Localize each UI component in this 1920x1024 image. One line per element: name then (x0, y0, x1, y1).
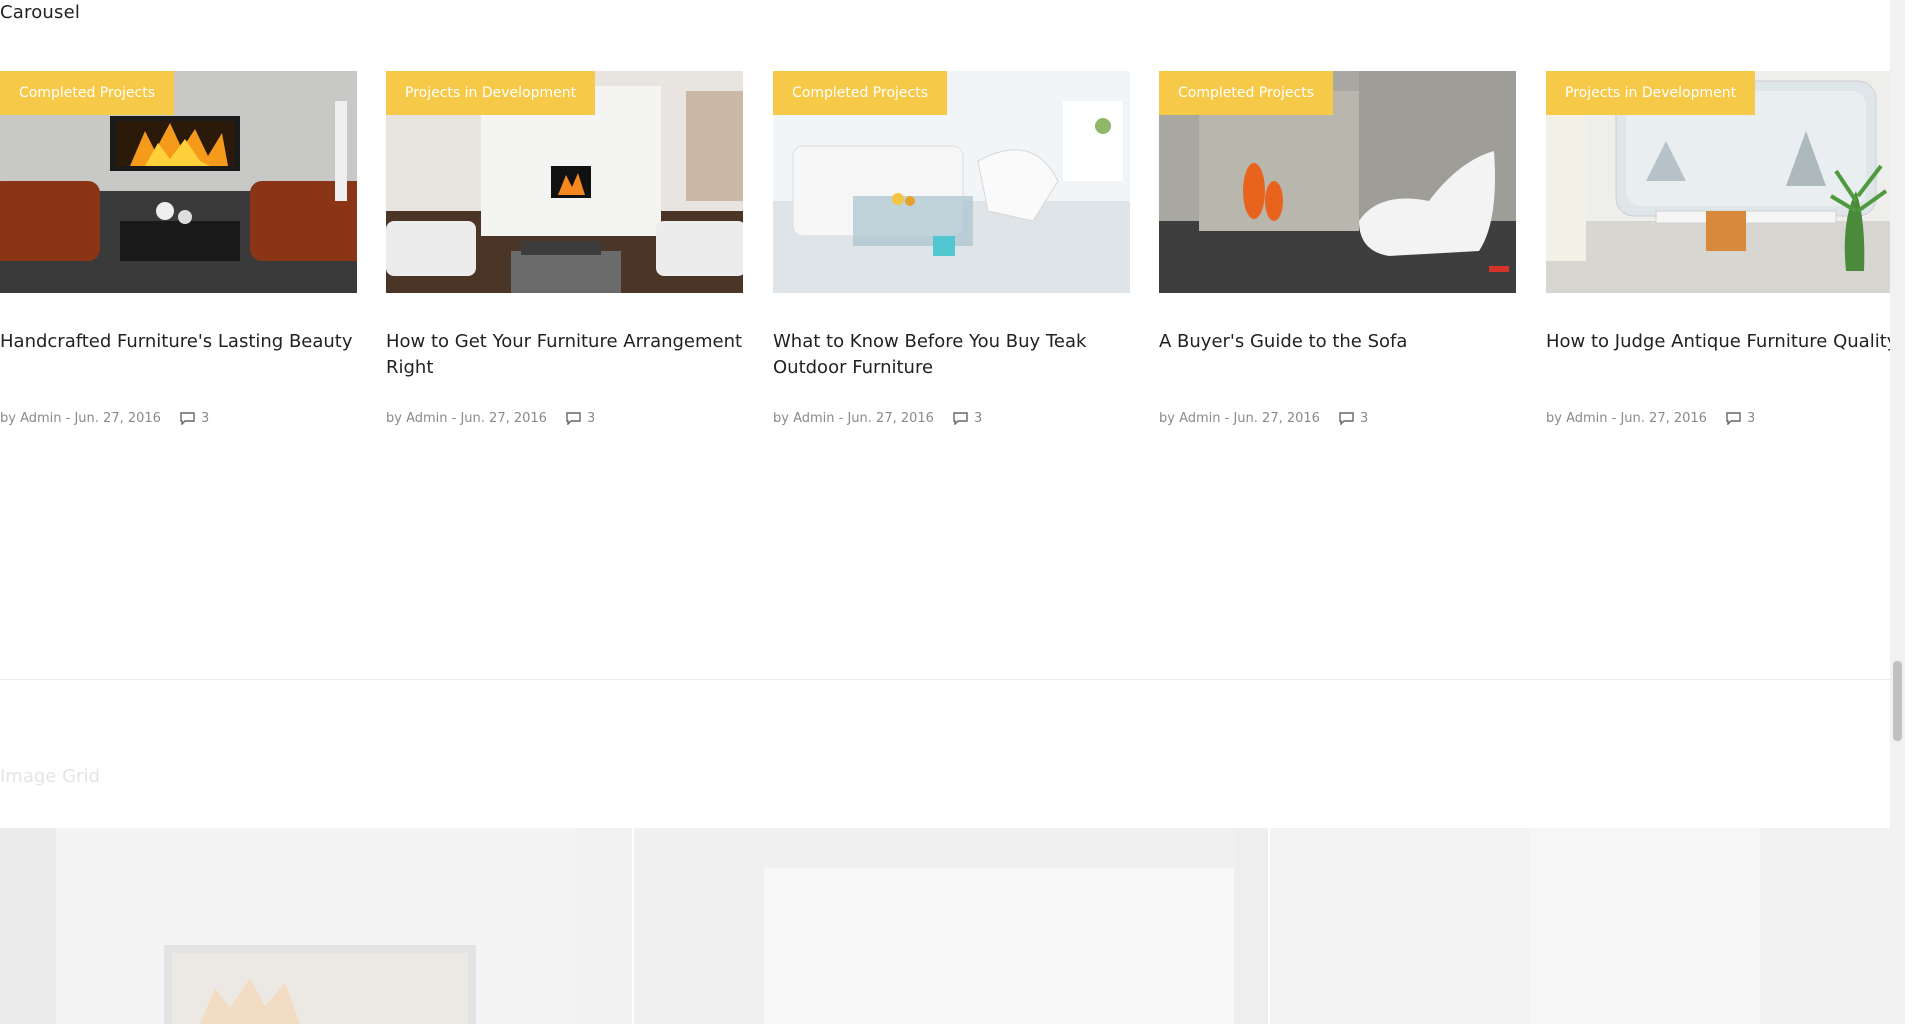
comment-count[interactable]: 3 (1747, 411, 1755, 426)
carousel-card[interactable]: Completed Projects A Buyer's Guide to th… (1159, 71, 1516, 426)
grid-image[interactable] (0, 828, 632, 1024)
comment-icon[interactable] (566, 412, 581, 425)
category-badge[interactable]: Completed Projects (1159, 71, 1334, 115)
card-image[interactable]: Projects in Development (386, 71, 743, 293)
comment-count[interactable]: 3 (1360, 411, 1368, 426)
carousel-card[interactable]: Projects in Development How to Judge Ant… (1546, 71, 1903, 426)
author-date: by Admin - Jun. 27, 2016 (386, 411, 547, 426)
scrollbar-thumb[interactable] (1893, 661, 1902, 741)
carousel: Completed Projects Handcrafted Furniture… (0, 71, 1905, 491)
carousel-card[interactable]: Completed Projects Handcrafted Furniture… (0, 71, 357, 426)
image-grid (0, 828, 1905, 1024)
author-date: by Admin - Jun. 27, 2016 (1546, 411, 1707, 426)
vertical-scrollbar[interactable] (1890, 0, 1905, 1024)
card-meta: by Admin - Jun. 27, 2016 3 (386, 411, 743, 426)
card-meta: by Admin - Jun. 27, 2016 3 (0, 411, 357, 426)
comment-count[interactable]: 3 (201, 411, 209, 426)
carousel-card[interactable]: Completed Projects What to Know Before Y… (773, 71, 1130, 426)
comment-icon[interactable] (1726, 412, 1741, 425)
author-date: by Admin - Jun. 27, 2016 (0, 411, 161, 426)
author-date: by Admin - Jun. 27, 2016 (1159, 411, 1320, 426)
comment-icon[interactable] (180, 412, 195, 425)
carousel-card[interactable]: Projects in Development How to Get Your … (386, 71, 743, 426)
comment-icon[interactable] (953, 412, 968, 425)
category-badge[interactable]: Projects in Development (1546, 71, 1756, 115)
card-meta: by Admin - Jun. 27, 2016 3 (773, 411, 1130, 426)
card-title-link[interactable]: How to Get Your Furniture Arrangement Ri… (386, 329, 743, 389)
comment-icon[interactable] (1339, 412, 1354, 425)
category-badge[interactable]: Completed Projects (0, 71, 175, 115)
category-badge[interactable]: Projects in Development (386, 71, 596, 115)
white-wall-grid-image (634, 828, 1268, 1024)
card-image[interactable]: Completed Projects (773, 71, 1130, 293)
card-title-link[interactable]: A Buyer's Guide to the Sofa (1159, 329, 1516, 389)
category-badge[interactable]: Completed Projects (773, 71, 948, 115)
section-title-carousel: Carousel (0, 2, 81, 23)
card-title-link[interactable]: How to Judge Antique Furniture Quality (1546, 329, 1903, 389)
card-image[interactable]: Completed Projects (0, 71, 357, 293)
card-title-link[interactable]: Handcrafted Furniture's Lasting Beauty (0, 329, 357, 389)
fireplace-grid-image (0, 828, 632, 1024)
grid-image[interactable] (634, 828, 1268, 1024)
card-image[interactable]: Projects in Development (1546, 71, 1903, 293)
card-meta: by Admin - Jun. 27, 2016 3 (1546, 411, 1903, 426)
card-meta: by Admin - Jun. 27, 2016 3 (1159, 411, 1516, 426)
grid-image[interactable] (1270, 828, 1905, 1024)
page: Carousel Completed Projects Handcrafted … (0, 0, 1905, 1024)
author-date: by Admin - Jun. 27, 2016 (773, 411, 934, 426)
card-image[interactable]: Completed Projects (1159, 71, 1516, 293)
section-divider (0, 679, 1905, 680)
comment-count[interactable]: 3 (587, 411, 595, 426)
section-title-image-grid: Image Grid (0, 766, 100, 787)
bright-room-grid-image (1270, 828, 1905, 1024)
comment-count[interactable]: 3 (974, 411, 982, 426)
card-title-link[interactable]: What to Know Before You Buy Teak Outdoor… (773, 329, 1130, 389)
